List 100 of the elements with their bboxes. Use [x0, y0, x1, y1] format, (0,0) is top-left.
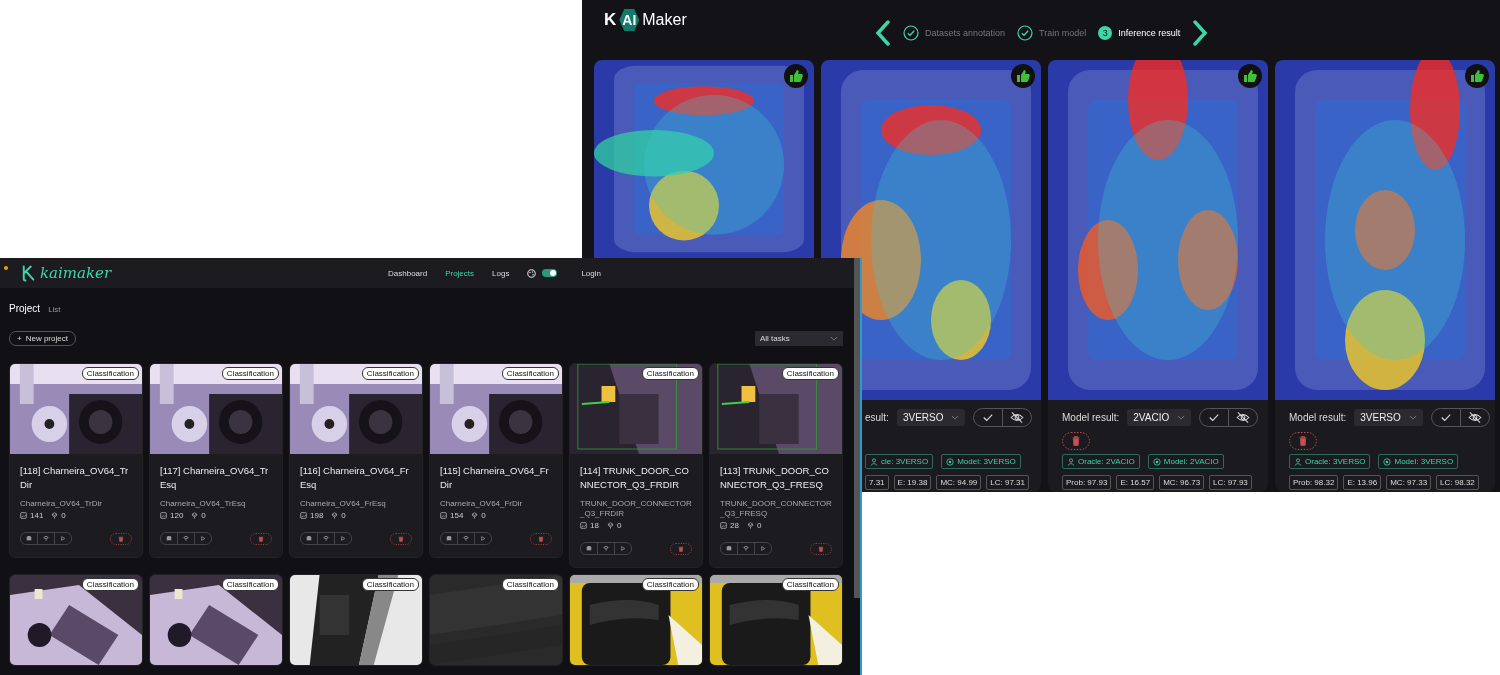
- image-count: 198: [310, 511, 324, 520]
- project-dataset: Charneira_OV64_FrEsq: [300, 499, 387, 509]
- project-card[interactable]: Classification [116] Charneira_OV64_FrEsq Charneira_OV64_FrEsq 198 0: [289, 363, 423, 558]
- login-link[interactable]: Login: [581, 268, 601, 278]
- task-filter-dropdown[interactable]: All tasks: [755, 331, 843, 346]
- delete-button[interactable]: [810, 542, 832, 555]
- task-badge: Classification: [641, 578, 699, 591]
- result-label: Model result:: [1062, 412, 1120, 423]
- delete-button[interactable]: [530, 532, 552, 545]
- model-icon: [746, 522, 754, 529]
- task-badge: Classification: [361, 578, 419, 591]
- metric-tag: E: 19.38: [893, 475, 932, 490]
- logo-badge: AI: [619, 9, 640, 31]
- project-card[interactable]: Classification: [429, 574, 563, 666]
- metric-tag: 7.31: [865, 475, 889, 490]
- thumbs-up-icon[interactable]: [784, 64, 808, 88]
- delete-button[interactable]: [390, 532, 412, 545]
- metric-tag: Prob: 97.93: [1062, 475, 1112, 490]
- result-dropdown[interactable]: 3VERSO: [896, 409, 966, 426]
- model-count: 0: [61, 511, 66, 520]
- model-icon: [471, 512, 479, 519]
- model-icon: [191, 512, 199, 519]
- delete-button[interactable]: [1062, 432, 1090, 450]
- task-badge: Classification: [221, 367, 279, 380]
- project-title: [118] Charneira_OV64_TrDir: [20, 464, 130, 492]
- target-icon: [1152, 457, 1161, 466]
- oracle-tag: Oracle: 3VERSO: [1289, 454, 1371, 469]
- person-icon: [1067, 457, 1075, 466]
- image-icon: [300, 512, 307, 519]
- project-card[interactable]: Classification: [709, 574, 843, 666]
- project-dataset: Charneira_OV64_FrDir: [440, 499, 524, 509]
- delete-button[interactable]: [250, 532, 272, 545]
- project-card[interactable]: Classification: [289, 574, 423, 666]
- result-dropdown[interactable]: 2VACIO: [1127, 409, 1192, 426]
- project-card[interactable]: Classification [113] TRUNK_DOOR_CONNECTOR_Q3_FRESQ TRUNK_DOOR_CONNECTOR_Q3_FRESQ 28 0: [709, 363, 843, 568]
- chevron-right-icon[interactable]: [1192, 20, 1209, 46]
- logo-text: Maker: [642, 11, 687, 29]
- theme-toggle[interactable]: [542, 269, 558, 277]
- metric-tag: E: 16.57: [1116, 475, 1155, 490]
- project-title: [113] TRUNK_DOOR_CONNECTOR_Q3_FRESQ: [720, 464, 830, 492]
- metric-tag: Prob: 98.32: [1289, 475, 1339, 490]
- task-badge: Classification: [501, 367, 559, 380]
- nav-link[interactable]: Projects: [445, 268, 475, 278]
- thumbs-up-icon[interactable]: [1238, 64, 1262, 88]
- result-dropdown[interactable]: 3VERSO: [1354, 409, 1423, 426]
- chevron-down-icon: [1177, 415, 1186, 420]
- new-project-button[interactable]: + New project: [9, 331, 76, 346]
- project-dataset: TRUNK_DOOR_CONNECTOR_Q3_FRDIR: [580, 499, 692, 519]
- metric-tag: MC: 94.99: [936, 475, 982, 490]
- step-label[interactable]: Train model: [1039, 28, 1087, 38]
- image-count: 154: [450, 511, 464, 520]
- palette-icon[interactable]: [527, 268, 537, 278]
- image-icon: [440, 512, 447, 519]
- result-label: esult:: [865, 412, 889, 423]
- oracle-tag: Oracle: 2VACIO: [1062, 454, 1140, 469]
- step-label[interactable]: Datasets annotation: [925, 28, 1006, 38]
- logo-text: kaimaker: [40, 264, 112, 282]
- project-card[interactable]: Classification: [149, 574, 283, 666]
- task-badge: Classification: [781, 578, 839, 591]
- image-count: 120: [170, 511, 184, 520]
- delete-button[interactable]: [670, 542, 692, 555]
- nav-link[interactable]: Logs: [492, 268, 510, 278]
- project-card[interactable]: Classification [115] Charneira_OV64_FrDir Charneira_OV64_FrDir 154 0: [429, 363, 563, 558]
- metric-tag: MC: 97.33: [1386, 475, 1432, 490]
- model-icon: [51, 512, 59, 519]
- person-icon: [1294, 457, 1302, 466]
- task-badge: Classification: [361, 367, 419, 380]
- delete-button[interactable]: [110, 532, 132, 545]
- task-badge: Classification: [501, 578, 559, 591]
- logo-letter: K: [604, 10, 617, 30]
- page-subtitle: List: [48, 305, 61, 314]
- chevron-down-icon: [1408, 415, 1417, 420]
- image-count: 28: [730, 521, 739, 530]
- project-title: [114] TRUNK_DOOR_CONNECTOR_Q3_FRDIR: [580, 464, 690, 492]
- logo-icon: [22, 264, 36, 282]
- project-card[interactable]: Classification: [569, 574, 703, 666]
- model-icon: [331, 512, 339, 519]
- chevron-left-icon[interactable]: [875, 20, 891, 46]
- project-card[interactable]: Classification [118] Charneira_OV64_TrDir Charneira_OV64_TrDir 141 0: [9, 363, 143, 558]
- model-count: 0: [341, 511, 346, 520]
- project-title: [116] Charneira_OV64_FrEsq: [300, 464, 410, 492]
- metric-tag: LC: 98.32: [1436, 475, 1479, 490]
- project-title: [115] Charneira_OV64_FrDir: [440, 464, 550, 492]
- thumbs-up-icon[interactable]: [1465, 64, 1489, 88]
- metric-tag: MC: 96.73: [1159, 475, 1205, 490]
- metric-tag: LC: 97.93: [1209, 475, 1252, 490]
- metric-tag: LC: 97.31: [986, 475, 1029, 490]
- task-badge: Classification: [81, 578, 139, 591]
- step-label[interactable]: Inference result: [1118, 28, 1181, 38]
- delete-button[interactable]: [1289, 432, 1317, 450]
- project-card[interactable]: Classification [114] TRUNK_DOOR_CONNECTOR_Q3_FRDIR TRUNK_DOOR_CONNECTOR_Q3_FRDIR 18 0: [569, 363, 703, 568]
- project-title: [117] Charneira_OV64_TrEsq: [160, 464, 270, 492]
- project-dataset: Charneira_OV64_TrEsq: [160, 499, 247, 509]
- nav-link[interactable]: Dashboard: [388, 268, 428, 278]
- project-card[interactable]: Classification [117] Charneira_OV64_TrEsq Charneira_OV64_TrEsq 120 0: [149, 363, 283, 558]
- project-card[interactable]: Classification: [9, 574, 143, 666]
- image-count: 18: [590, 521, 599, 530]
- task-badge: Classification: [81, 367, 139, 380]
- target-icon: [946, 457, 955, 466]
- project-dataset: TRUNK_DOOR_CONNECTOR_Q3_FRESQ: [720, 499, 832, 519]
